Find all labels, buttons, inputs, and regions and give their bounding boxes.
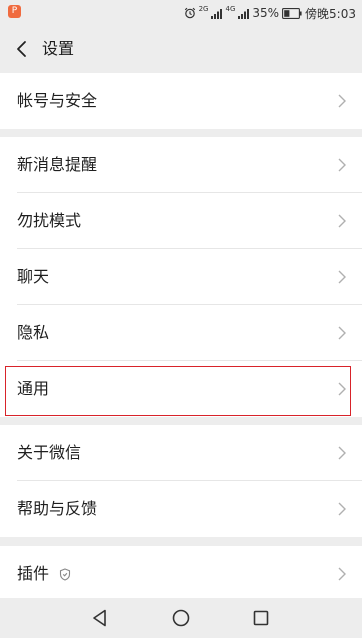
alarm-icon <box>184 7 195 19</box>
chevron-right-icon <box>338 567 346 581</box>
settings-item-help-feedback[interactable]: 帮助与反馈 <box>0 481 362 537</box>
page-title: 设置 <box>42 39 75 58</box>
back-button[interactable] <box>10 35 34 63</box>
settings-item-general[interactable]: 通用 <box>0 361 362 417</box>
settings-item-privacy[interactable]: 隐私 <box>0 305 362 361</box>
settings-group-account: 帐号与安全 <box>0 73 362 129</box>
settings-item-label: 插件 <box>17 564 50 583</box>
settings-item-label: 帐号与安全 <box>17 91 98 110</box>
network-type-2: 4G <box>225 5 236 13</box>
chevron-right-icon <box>338 94 346 108</box>
triangle-back-icon[interactable] <box>89 607 111 629</box>
settings-item-about-wechat[interactable]: 关于微信 <box>0 425 362 481</box>
battery-percent: 35% <box>252 6 280 20</box>
chevron-right-icon <box>338 326 346 340</box>
chevron-right-icon <box>338 502 346 516</box>
clock: 傍晚5:03 <box>305 6 356 21</box>
settings-item-label: 新消息提醒 <box>17 155 98 174</box>
settings-item-label: 聊天 <box>17 267 50 286</box>
app-notification-icon: P <box>8 5 21 18</box>
chevron-right-icon <box>338 214 346 228</box>
back-arrow-icon <box>17 41 26 57</box>
square-recents-icon[interactable] <box>250 607 272 629</box>
shield-icon <box>59 568 71 581</box>
settings-item-label: 关于微信 <box>17 443 82 462</box>
settings-item-label: 隐私 <box>17 323 50 342</box>
navigation-bar <box>0 598 362 638</box>
signal-icon <box>238 8 250 19</box>
chevron-right-icon <box>338 382 346 396</box>
battery-icon <box>282 7 302 19</box>
settings-item-chat[interactable]: 聊天 <box>0 249 362 305</box>
settings-item-label: 帮助与反馈 <box>17 499 98 518</box>
settings-group-main: 新消息提醒 勿扰模式 聊天 隐私 通用 <box>0 137 362 417</box>
settings-item-account-security[interactable]: 帐号与安全 <box>0 73 362 129</box>
chevron-right-icon <box>338 270 346 284</box>
status-indicators: 2G 4G 35% 傍晚5:03 <box>184 4 356 22</box>
settings-item-label: 通用 <box>17 379 50 398</box>
chevron-right-icon <box>338 446 346 460</box>
chevron-right-icon <box>338 158 346 172</box>
title-bar: 设置 <box>0 26 362 72</box>
settings-item-label: 勿扰模式 <box>17 211 82 230</box>
settings-item-do-not-disturb[interactable]: 勿扰模式 <box>0 193 362 249</box>
settings-item-notifications[interactable]: 新消息提醒 <box>0 137 362 193</box>
settings-group-plugins: 插件 <box>0 546 362 598</box>
status-bar: P 2G 4G 35% 傍晚5:03 <box>0 0 362 26</box>
signal-icon <box>211 8 223 19</box>
circle-home-icon[interactable] <box>170 607 192 629</box>
settings-group-about: 关于微信 帮助与反馈 <box>0 425 362 537</box>
settings-item-plugins[interactable]: 插件 <box>0 546 362 598</box>
network-type-1: 2G <box>198 5 209 13</box>
